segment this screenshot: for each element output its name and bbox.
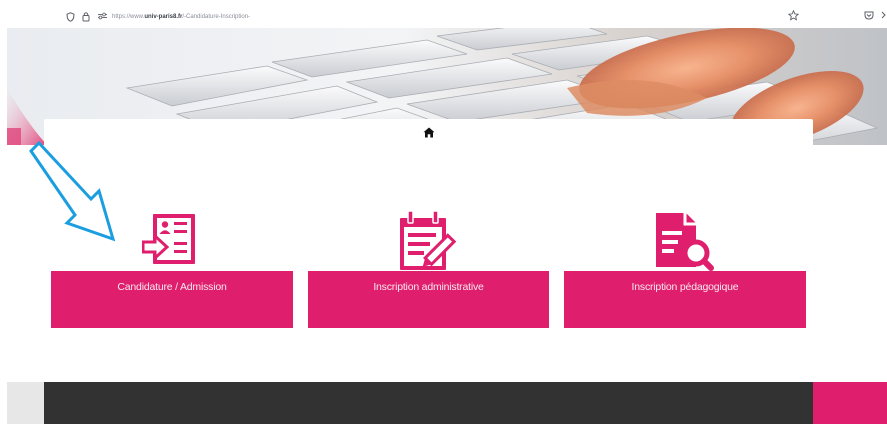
content-card: [44, 119, 813, 159]
home-icon[interactable]: [423, 127, 435, 138]
url-path: /-Candidature-Inscription-: [182, 14, 251, 20]
pointer-arrow-annotation: [29, 140, 116, 242]
calendar-edit-icon: [400, 211, 457, 270]
tile-label: Inscription administrative: [373, 280, 484, 293]
document-search-icon: [656, 213, 714, 271]
shield-icon[interactable]: [66, 12, 75, 22]
footer-left-panel: [7, 382, 44, 424]
url-field[interactable]: https://www.univ-paris8.fr/-Candidature-…: [112, 13, 250, 21]
tile-candidature-admission[interactable]: Candidature / Admission: [51, 271, 293, 328]
tile-label: Candidature / Admission: [117, 280, 227, 293]
bookmark-star-icon[interactable]: [788, 10, 799, 21]
url-prefix: https://www.: [112, 14, 145, 20]
permissions-icon[interactable]: [97, 12, 108, 20]
tile-inscription-pedagogique[interactable]: Inscription pédagogique: [564, 271, 806, 328]
extensions-icon[interactable]: [881, 10, 887, 20]
url-domain: univ-paris8.fr: [144, 14, 183, 20]
footer: [44, 382, 813, 424]
lock-icon[interactable]: [82, 11, 90, 22]
pocket-icon[interactable]: [864, 11, 874, 20]
tile-label: Inscription pédagogique: [631, 280, 739, 293]
application-form-icon: [142, 214, 195, 264]
footer-accent-panel: [813, 382, 887, 424]
tile-inscription-administrative[interactable]: Inscription administrative: [308, 271, 549, 328]
